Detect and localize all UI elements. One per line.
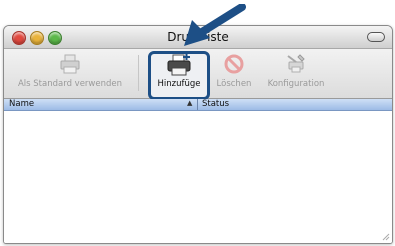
set-default-label: Als Standard verwenden (17, 79, 122, 89)
pointer-arrow-icon (184, 4, 246, 46)
column-header-status[interactable]: Status (202, 99, 229, 109)
toolbar-toggle-button[interactable] (367, 32, 385, 42)
delete-label: Löschen (216, 79, 252, 89)
sort-ascending-icon: ▲ (187, 99, 193, 107)
toolbar: Als Standard verwenden Hinzufüge Löschen (4, 49, 392, 100)
delete-icon (224, 54, 244, 74)
printer-icon (60, 54, 80, 74)
configuration-button[interactable]: Konfiguration (259, 53, 333, 89)
column-header: Name ▲ Status (4, 99, 392, 111)
column-header-name[interactable]: Name (9, 99, 34, 109)
set-default-button[interactable]: Als Standard verwenden (8, 53, 132, 89)
delete-button[interactable]: Löschen (210, 53, 258, 89)
add-printer-button[interactable]: Hinzufüge (148, 51, 210, 100)
resize-grip-icon[interactable] (382, 233, 390, 241)
printer-list[interactable] (4, 111, 392, 243)
configuration-icon (287, 54, 305, 73)
configuration-label: Konfiguration (267, 79, 325, 89)
toolbar-separator (138, 55, 139, 91)
column-divider[interactable] (197, 99, 198, 110)
add-printer-label: Hinzufüge (157, 79, 201, 89)
printer-add-icon (167, 54, 191, 76)
printer-list-window: Druc iste Als Standard verwenden Hinzufü… (3, 25, 393, 244)
